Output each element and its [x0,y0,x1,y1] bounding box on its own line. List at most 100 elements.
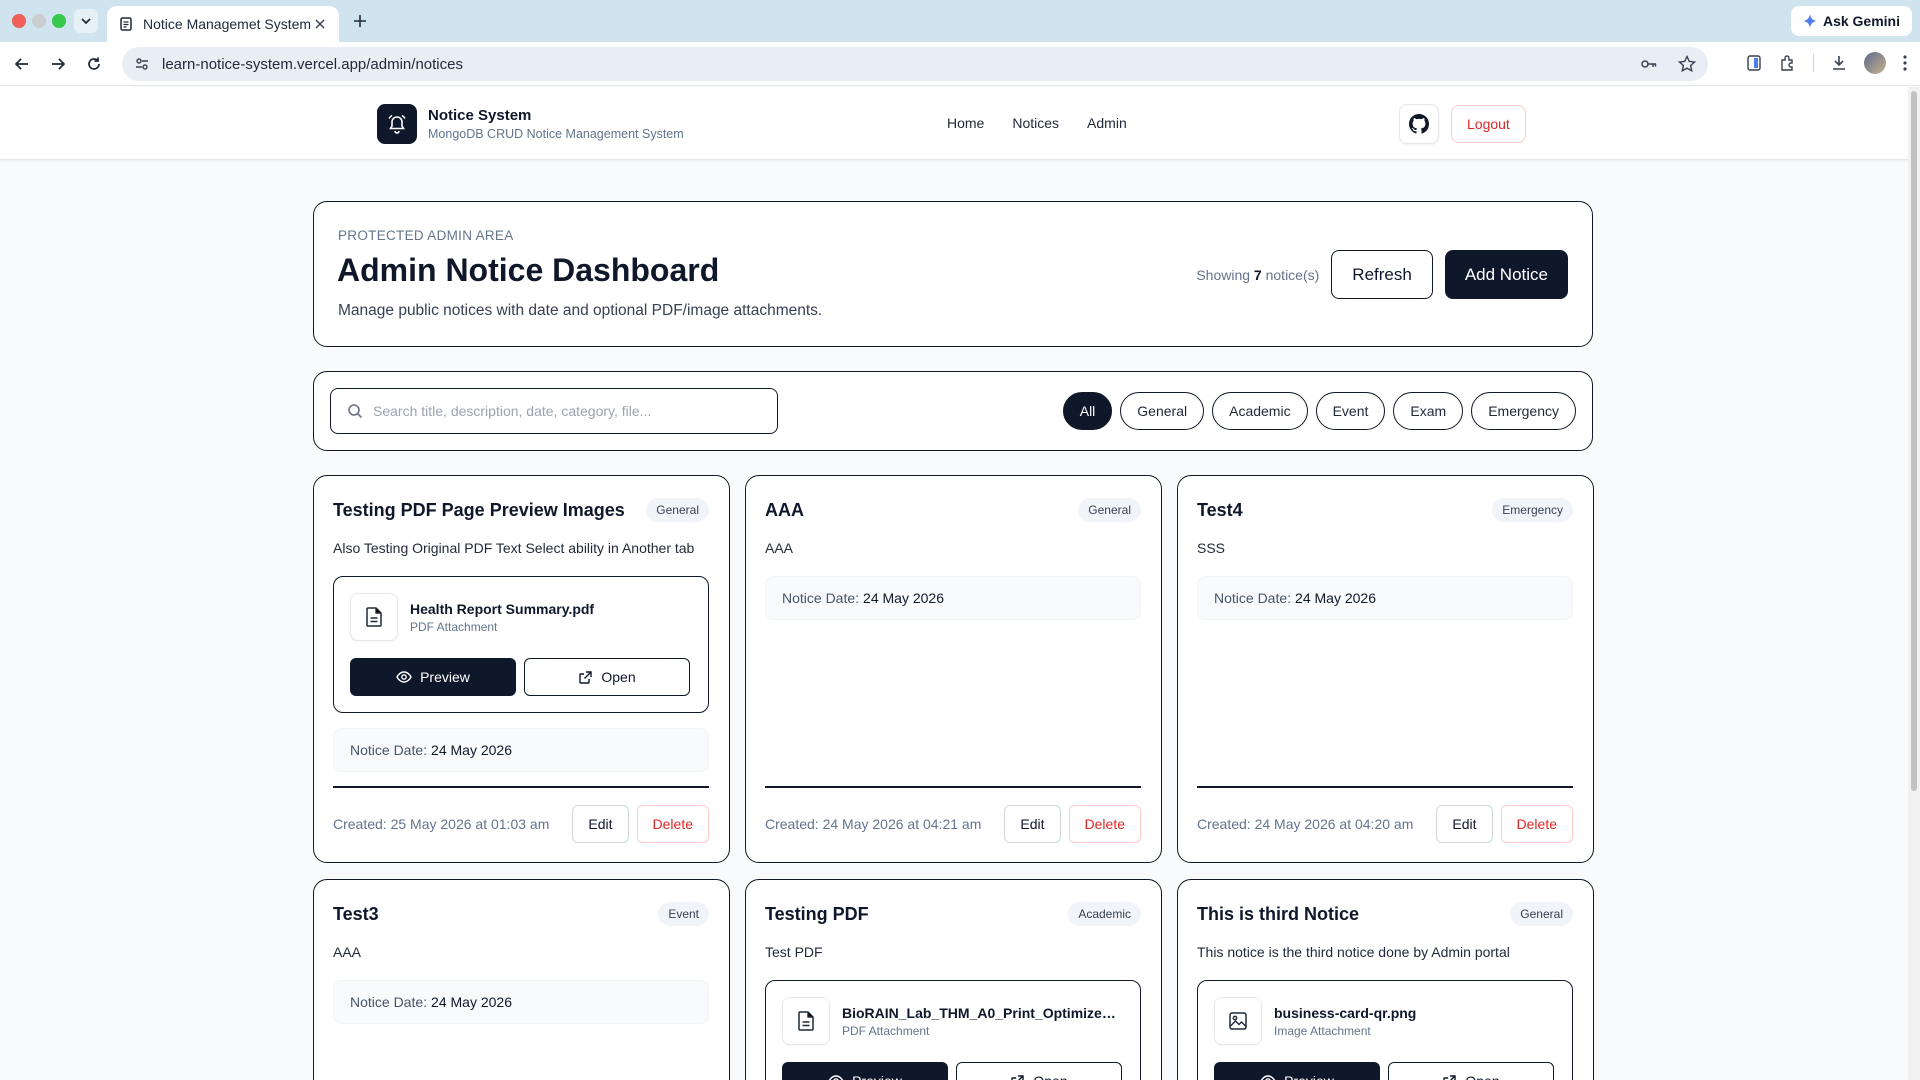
back-button[interactable] [10,52,34,76]
extensions-icon[interactable] [1779,54,1797,72]
attachment-type: PDF Attachment [410,620,498,634]
close-window-button[interactable] [12,14,26,28]
site-info-icon[interactable] [134,56,150,72]
attachment-box: BioRAIN_Lab_THM_A0_Print_Optimized.pdf P… [765,980,1141,1080]
add-notice-button[interactable]: Add Notice [1444,250,1568,299]
scrollbar-thumb[interactable] [1911,91,1917,791]
document-favicon-icon [120,17,132,31]
open-button[interactable]: Open [956,1062,1122,1080]
bell-icon [388,114,406,134]
nav-link-admin[interactable]: Admin [1087,115,1127,131]
nav-link-home[interactable]: Home [947,115,984,131]
close-icon [315,19,325,29]
notice-count: 7 [1253,266,1262,283]
page-title: Admin Notice Dashboard [337,252,720,288]
search-icon [348,404,363,419]
maximize-window-button[interactable] [52,14,66,28]
main-nav: Home Notices Admin [947,115,1127,131]
notice-description: AAA [333,944,362,960]
notice-date-box: Notice Date: 24 May 2026 [333,980,709,1024]
edit-button[interactable]: Edit [1004,805,1061,843]
attachment-image-icon [1214,997,1262,1045]
edit-button[interactable]: Edit [1436,805,1493,843]
delete-button[interactable]: Delete [1500,805,1573,843]
download-icon[interactable] [1830,54,1848,72]
filter-chip-academic[interactable]: Academic [1212,392,1308,430]
category-badge: General [1510,902,1573,926]
notice-date: 24 May 2026 [431,994,512,1010]
search-input[interactable] [373,403,753,419]
created-timestamp: Created: 24 May 2026 at 04:20 am [1197,816,1414,832]
filter-chip-general[interactable]: General [1120,392,1205,430]
attachment-type: Image Attachment [1274,1024,1371,1038]
page-scrollbar[interactable] [1908,87,1920,1080]
reload-button[interactable] [82,52,106,76]
notice-title: Test3 [333,904,379,924]
site-header: Notice System MongoDB CRUD Notice Manage… [0,87,1908,160]
filter-chip-exam[interactable]: Exam [1393,392,1464,430]
notice-title: AAA [765,500,804,520]
forward-button[interactable] [46,52,70,76]
delete-button[interactable]: Delete [636,805,709,843]
logout-button[interactable]: Logout [1451,105,1526,143]
external-link-icon [579,670,593,684]
notice-card: Testing PDF Page Preview Images General … [313,475,730,863]
tab-search-button[interactable] [74,9,98,33]
profile-avatar[interactable] [1864,52,1886,74]
notice-date-box: Notice Date: 24 May 2026 [765,576,1141,620]
search-box[interactable] [330,388,778,434]
brand-text: Notice System MongoDB CRUD Notice Manage… [428,107,684,141]
category-filter-chips: All General Academic Event Exam Emergenc… [1062,392,1576,430]
attachment-name: BioRAIN_Lab_THM_A0_Print_Optimized.pdf [842,1005,1124,1021]
notice-card: Test3 Event AAA Notice Date: 24 May 2026 [313,879,730,1080]
refresh-button[interactable]: Refresh [1331,250,1433,299]
filter-chip-event[interactable]: Event [1315,392,1386,430]
eye-icon [396,671,412,683]
tab-title: Notice Managemet System [143,16,311,32]
preview-button[interactable]: Preview [782,1062,948,1080]
brand[interactable]: Notice System MongoDB CRUD Notice Manage… [377,104,684,144]
open-button[interactable]: Open [524,658,690,696]
toolbar-divider [1813,54,1814,72]
file-text-icon [798,1011,814,1031]
star-icon[interactable] [1678,55,1696,73]
browser-tab[interactable]: Notice Managemet System [107,6,339,42]
notice-title: Testing PDF Page Preview Images [333,500,625,520]
notice-date: 24 May 2026 [863,590,944,606]
preview-button[interactable]: Preview [1214,1062,1380,1080]
key-icon[interactable] [1640,55,1658,73]
more-vertical-icon[interactable] [1902,54,1908,72]
edit-button[interactable]: Edit [572,805,629,843]
new-tab-button[interactable] [348,9,372,33]
notice-card: Test4 Emergency SSS Notice Date: 24 May 2… [1177,475,1594,863]
attachment-file-icon [350,593,398,641]
created-timestamp: Created: 25 May 2026 at 01:03 am [333,816,550,832]
reading-mode-icon[interactable] [1745,54,1763,72]
close-tab-button[interactable] [311,15,329,33]
notice-description: AAA [765,540,794,556]
eye-icon [828,1075,844,1080]
ask-gemini-button[interactable]: Ask Gemini [1790,6,1912,36]
chevron-down-icon [81,18,91,25]
filter-chip-emergency[interactable]: Emergency [1471,392,1576,430]
address-bar[interactable]: learn-notice-system.vercel.app/admin/not… [122,47,1708,81]
browser-tab-bar: Notice Managemet System Ask Gemini [0,0,1920,42]
card-divider [333,786,709,788]
notice-title: Testing PDF [765,904,869,924]
open-button[interactable]: Open [1388,1062,1554,1080]
minimize-window-button[interactable] [32,14,46,28]
delete-button[interactable]: Delete [1068,805,1141,843]
admin-dashboard-header: PROTECTED ADMIN AREA Admin Notice Dashbo… [313,201,1593,347]
page-viewport: Notice System MongoDB CRUD Notice Manage… [0,87,1908,1080]
preview-button[interactable]: Preview [350,658,516,696]
notice-description: SSS [1197,540,1226,556]
category-badge: Academic [1068,902,1141,926]
attachment-type: PDF Attachment [842,1024,930,1038]
github-icon [1409,114,1429,134]
github-button[interactable] [1399,104,1439,144]
filter-chip-all[interactable]: All [1062,392,1113,430]
image-icon [1229,1012,1247,1030]
nav-link-notices[interactable]: Notices [1012,115,1059,131]
notice-description: Test PDF [765,944,823,960]
notice-count-text: Showing 7 notice(s) [1196,266,1320,283]
